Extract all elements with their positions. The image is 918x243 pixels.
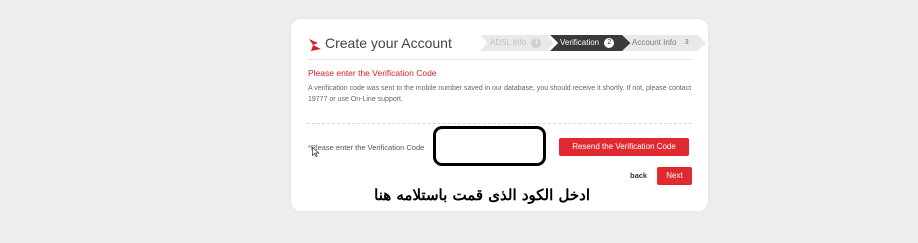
- form-heading: Please enter the Verification Code: [308, 68, 437, 78]
- page-title: Create your Account: [325, 35, 452, 51]
- step-label: Account Info: [632, 38, 677, 47]
- mouse-cursor-icon: [312, 147, 320, 157]
- step-adsl-info: ADSL Info 1: [480, 35, 554, 51]
- step-account-info: Account Info 3: [622, 35, 706, 51]
- step-number: 3: [684, 38, 689, 46]
- next-button[interactable]: Next: [657, 167, 692, 185]
- verification-code-label: *Please enter the Verification Code: [308, 143, 424, 152]
- step-number: 2: [604, 37, 615, 48]
- brand-logo-icon: [309, 39, 321, 51]
- verification-code-input[interactable]: [433, 126, 546, 166]
- back-link[interactable]: back: [630, 171, 647, 180]
- progress-steps: ADSL Info 1 Verification 2 Account Info …: [480, 35, 706, 51]
- header-divider: [307, 59, 692, 60]
- step-number: 1: [531, 37, 542, 48]
- card-header: Create your Account ADSL Info 1 Verifica…: [307, 33, 706, 57]
- step-verification: Verification 2: [550, 35, 632, 51]
- arabic-instruction-annotation: ادخل الكود الذى قمت باستلامه هنا: [374, 186, 590, 204]
- section-divider: [307, 123, 692, 124]
- verification-info-text: A verification code was sent to the mobi…: [308, 85, 692, 103]
- code-label-text: Please enter the Verification Code: [310, 143, 425, 152]
- create-account-card: Create your Account ADSL Info 1 Verifica…: [291, 19, 708, 211]
- step-label: ADSL Info: [490, 38, 527, 47]
- step-label: Verification: [560, 38, 600, 47]
- resend-code-button[interactable]: Resend the Verification Code: [559, 138, 689, 156]
